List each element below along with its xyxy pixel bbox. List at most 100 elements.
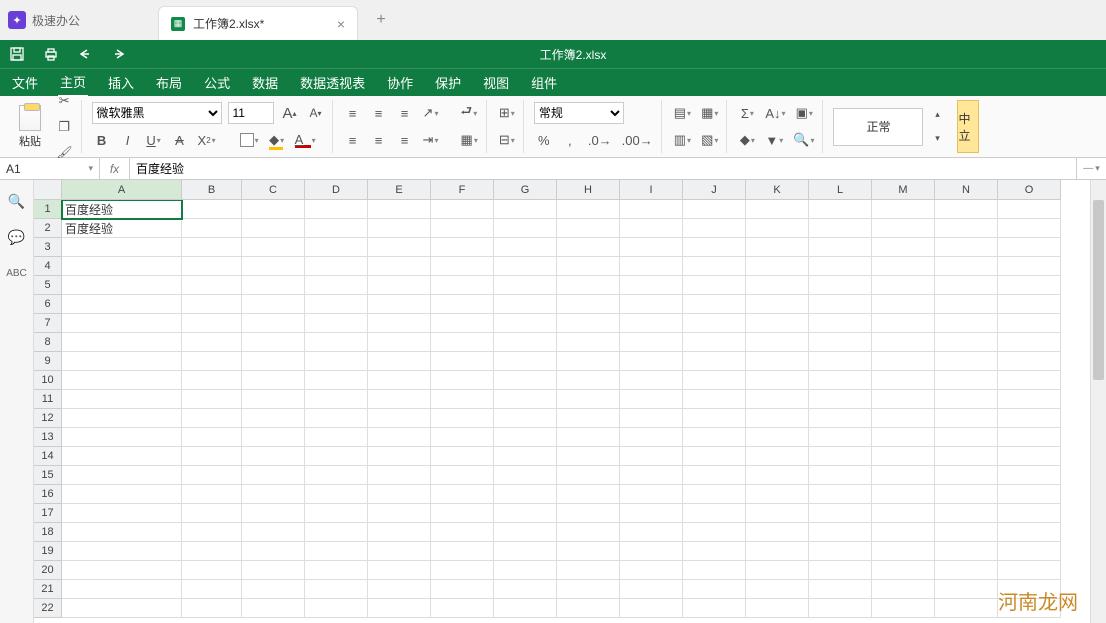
cell-F22[interactable] — [431, 599, 494, 618]
cell-G14[interactable] — [494, 447, 557, 466]
cell-L4[interactable] — [809, 257, 872, 276]
merge-cells-button[interactable]: ▦▾ — [459, 129, 480, 151]
cell-K1[interactable] — [746, 200, 809, 219]
cell-H18[interactable] — [557, 523, 620, 542]
row-header-18[interactable]: 18 — [34, 523, 62, 542]
formula-input[interactable] — [130, 158, 1076, 179]
cell-L14[interactable] — [809, 447, 872, 466]
cell-O1[interactable] — [998, 200, 1061, 219]
cell-F1[interactable] — [431, 200, 494, 219]
align-middle-button[interactable]: ≡ — [369, 102, 389, 124]
cell-D20[interactable] — [305, 561, 368, 580]
cell-G20[interactable] — [494, 561, 557, 580]
cell-J10[interactable] — [683, 371, 746, 390]
cell-F18[interactable] — [431, 523, 494, 542]
increase-font-button[interactable]: A▴ — [280, 102, 300, 124]
row-header-7[interactable]: 7 — [34, 314, 62, 333]
cell-A17[interactable] — [62, 504, 182, 523]
cell-H2[interactable] — [557, 219, 620, 238]
cell-N10[interactable] — [935, 371, 998, 390]
cell-M17[interactable] — [872, 504, 935, 523]
orientation-button[interactable]: ↗▾ — [421, 102, 441, 124]
menu-数据透视表[interactable]: 数据透视表 — [298, 69, 367, 96]
cell-G17[interactable] — [494, 504, 557, 523]
cell-O21[interactable] — [998, 580, 1061, 599]
cell-M3[interactable] — [872, 238, 935, 257]
cell-F20[interactable] — [431, 561, 494, 580]
cell-D13[interactable] — [305, 428, 368, 447]
cell-L22[interactable] — [809, 599, 872, 618]
cell-D6[interactable] — [305, 295, 368, 314]
cell-O9[interactable] — [998, 352, 1061, 371]
cell-H10[interactable] — [557, 371, 620, 390]
cell-M20[interactable] — [872, 561, 935, 580]
scrollbar-thumb[interactable] — [1093, 200, 1104, 380]
cell-G18[interactable] — [494, 523, 557, 542]
cell-C20[interactable] — [242, 561, 305, 580]
cell-A21[interactable] — [62, 580, 182, 599]
cell-E16[interactable] — [368, 485, 431, 504]
cell-I7[interactable] — [620, 314, 683, 333]
cell-H14[interactable] — [557, 447, 620, 466]
align-top-button[interactable]: ≡ — [343, 102, 363, 124]
cell-C15[interactable] — [242, 466, 305, 485]
cell-M9[interactable] — [872, 352, 935, 371]
cell-O12[interactable] — [998, 409, 1061, 428]
cell-G9[interactable] — [494, 352, 557, 371]
cell-A11[interactable] — [62, 390, 182, 409]
row-header-22[interactable]: 22 — [34, 599, 62, 618]
menu-组件[interactable]: 组件 — [529, 69, 559, 96]
cell-A7[interactable] — [62, 314, 182, 333]
cell-G19[interactable] — [494, 542, 557, 561]
cell-D5[interactable] — [305, 276, 368, 295]
cell-O18[interactable] — [998, 523, 1061, 542]
search-icon[interactable]: 🔍 — [6, 190, 28, 212]
cell-I22[interactable] — [620, 599, 683, 618]
cell-O19[interactable] — [998, 542, 1061, 561]
cell-G4[interactable] — [494, 257, 557, 276]
cell-K11[interactable] — [746, 390, 809, 409]
cell-C10[interactable] — [242, 371, 305, 390]
cell-J16[interactable] — [683, 485, 746, 504]
print-button[interactable] — [42, 45, 60, 63]
row-header-4[interactable]: 4 — [34, 257, 62, 276]
cell-I2[interactable] — [620, 219, 683, 238]
cell-F19[interactable] — [431, 542, 494, 561]
cell-J9[interactable] — [683, 352, 746, 371]
cell-G1[interactable] — [494, 200, 557, 219]
cell-F21[interactable] — [431, 580, 494, 599]
cell-G13[interactable] — [494, 428, 557, 447]
row-header-9[interactable]: 9 — [34, 352, 62, 371]
column-header-M[interactable]: M — [872, 180, 935, 200]
cell-J22[interactable] — [683, 599, 746, 618]
strikethrough-button[interactable]: A — [170, 129, 190, 151]
cell-D19[interactable] — [305, 542, 368, 561]
cell-F2[interactable] — [431, 219, 494, 238]
cell-G22[interactable] — [494, 599, 557, 618]
cell-E10[interactable] — [368, 371, 431, 390]
percent-button[interactable]: % — [534, 129, 554, 151]
cell-I12[interactable] — [620, 409, 683, 428]
cell-H20[interactable] — [557, 561, 620, 580]
cell-O11[interactable] — [998, 390, 1061, 409]
cell-C21[interactable] — [242, 580, 305, 599]
cell-J8[interactable] — [683, 333, 746, 352]
cell-D3[interactable] — [305, 238, 368, 257]
cell-A15[interactable] — [62, 466, 182, 485]
cell-B10[interactable] — [182, 371, 242, 390]
cell-E11[interactable] — [368, 390, 431, 409]
cell-N15[interactable] — [935, 466, 998, 485]
cell-E19[interactable] — [368, 542, 431, 561]
vertical-scrollbar[interactable] — [1090, 180, 1106, 623]
cell-D18[interactable] — [305, 523, 368, 542]
cell-E3[interactable] — [368, 238, 431, 257]
cell-O8[interactable] — [998, 333, 1061, 352]
cell-N6[interactable] — [935, 295, 998, 314]
menu-文件[interactable]: 文件 — [10, 69, 40, 96]
cell-D17[interactable] — [305, 504, 368, 523]
align-right-button[interactable]: ≡ — [395, 129, 415, 151]
cell-H21[interactable] — [557, 580, 620, 599]
cell-J18[interactable] — [683, 523, 746, 542]
cell-C18[interactable] — [242, 523, 305, 542]
cell-O22[interactable] — [998, 599, 1061, 618]
